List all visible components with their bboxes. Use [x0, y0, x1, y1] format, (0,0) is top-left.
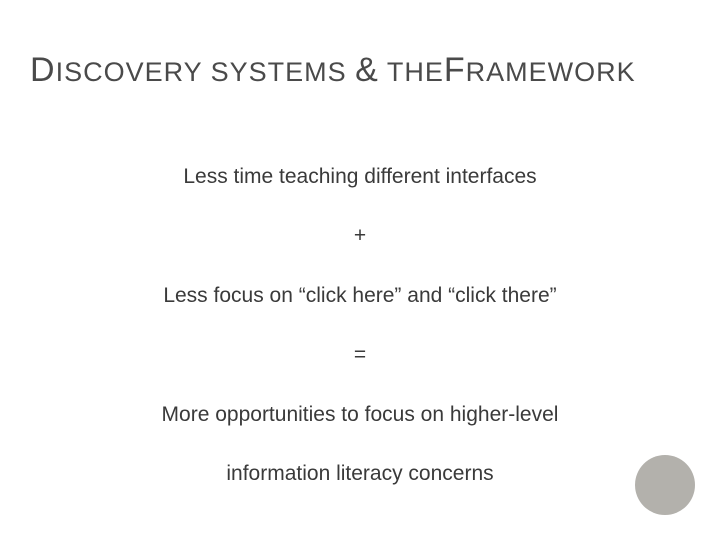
body-line-2: Less focus on “click here” and “click th… [80, 280, 640, 312]
slide-title: DISCOVERY SYSTEMS & THEFRAMEWORK [30, 50, 690, 91]
title-cap-2: F [444, 51, 466, 89]
operator-plus: + [80, 220, 640, 252]
decorative-circle [635, 455, 695, 515]
body-line-3a: More opportunities to focus on higher-le… [80, 399, 640, 431]
operator-equals: = [80, 339, 640, 371]
title-the: THE [387, 57, 444, 87]
slide: DISCOVERY SYSTEMS & THEFRAMEWORK Less ti… [0, 0, 720, 540]
title-amp: & [355, 51, 379, 89]
body-line-1: Less time teaching different interfaces [80, 161, 640, 193]
slide-body: Less time teaching different interfaces … [30, 161, 690, 490]
title-rest-1: ISCOVERY SYSTEMS [56, 57, 347, 87]
body-line-3b: information literacy concerns [80, 458, 640, 490]
title-cap-1: D [30, 51, 56, 89]
title-rest-2: RAMEWORK [466, 57, 636, 87]
